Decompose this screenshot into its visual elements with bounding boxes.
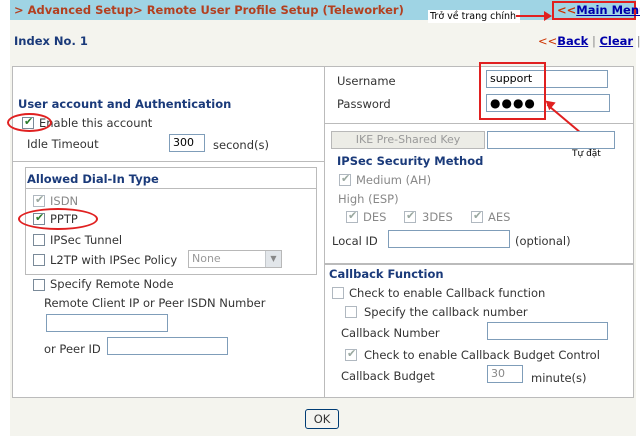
- specify-remote-label: Specify Remote Node: [50, 277, 174, 291]
- medium-ah-checkbox[interactable]: [339, 172, 351, 186]
- credentials-annotation-box: [479, 62, 546, 120]
- dialin-divider: [25, 188, 317, 189]
- local-id-hint: (optional): [515, 234, 571, 248]
- isdn-checkbox[interactable]: [33, 193, 45, 207]
- ipsec-tunnel-checkbox[interactable]: [33, 234, 45, 246]
- password-label: Password: [337, 97, 391, 111]
- idle-timeout-unit: second(s): [213, 138, 269, 152]
- des-label: DES: [363, 210, 387, 224]
- callback-budget-enable-label: Check to enable Callback Budget Control: [364, 348, 600, 362]
- right-divider: [325, 123, 634, 124]
- ipsec-tunnel-label: IPSec Tunnel: [50, 233, 123, 247]
- pptp-annotation: [18, 208, 98, 230]
- 3des-checkbox[interactable]: [404, 209, 416, 223]
- callback-number-input[interactable]: [487, 322, 608, 340]
- remote-client-label: Remote Client IP or Peer ISDN Number: [44, 296, 266, 310]
- isdn-label: ISDN: [50, 194, 79, 208]
- page-title: > Advanced Setup> Remote User Profile Se…: [14, 3, 404, 17]
- left-divider: [12, 161, 325, 162]
- callback-number-label: Callback Number: [341, 326, 440, 340]
- callback-specify-checkbox[interactable]: [345, 306, 357, 318]
- ok-button[interactable]: OK: [305, 409, 339, 429]
- main-menu-label[interactable]: Main Menu: [576, 3, 640, 17]
- back-link[interactable]: Back: [557, 34, 588, 48]
- remote-client-input[interactable]: [46, 314, 168, 332]
- main-menu-prefix: <<: [557, 3, 577, 17]
- ipsec-section-title: IPSec Security Method: [337, 154, 484, 168]
- 3des-label: 3DES: [422, 210, 453, 224]
- l2tp-policy-value: None: [192, 252, 221, 265]
- ike-preshared-key-button[interactable]: IKE Pre-Shared Key: [331, 131, 485, 149]
- local-id-label: Local ID: [332, 234, 378, 248]
- clear-link[interactable]: Clear: [599, 34, 633, 48]
- callback-budget-unit: minute(s): [531, 371, 587, 385]
- chevron-down-icon: ▼: [265, 251, 281, 267]
- account-section-title: User account and Authentication: [18, 97, 232, 111]
- aes-checkbox[interactable]: [471, 209, 483, 223]
- index-number: Index No. 1: [14, 34, 88, 48]
- callback-enable-checkbox[interactable]: [332, 287, 344, 299]
- annotation-arrow-head: [544, 11, 552, 21]
- l2tp-checkbox[interactable]: [33, 254, 45, 266]
- username-label: Username: [337, 74, 396, 88]
- callback-section-title: Callback Function: [329, 267, 444, 281]
- callback-specify-label: Specify the callback number: [364, 305, 528, 319]
- link-separator: |: [591, 34, 596, 48]
- callback-budget-checkbox[interactable]: [345, 347, 357, 361]
- medium-ah-label: Medium (AH): [356, 173, 432, 187]
- top-links: <<Back | Clear |: [538, 34, 640, 48]
- main-menu-link[interactable]: <<Main Menu: [557, 3, 640, 17]
- idle-timeout-label: Idle Timeout: [27, 137, 99, 151]
- high-esp-label: High (ESP): [338, 192, 399, 206]
- enable-account-label: Enable this account: [39, 116, 153, 130]
- callback-enable-label: Check to enable Callback function: [349, 286, 546, 300]
- annotation-arrow-line: [516, 15, 546, 17]
- dialin-section-title: Allowed Dial-In Type: [27, 172, 159, 186]
- back-prefix: <<: [538, 34, 558, 48]
- callback-budget-input[interactable]: 30: [487, 365, 523, 383]
- aes-label: AES: [488, 210, 511, 224]
- local-id-input[interactable]: [388, 230, 510, 248]
- des-checkbox[interactable]: [346, 209, 358, 223]
- peer-id-input[interactable]: [107, 337, 228, 355]
- enable-account-annotation: [7, 113, 52, 132]
- l2tp-label: L2TP with IPSec Policy: [50, 253, 178, 267]
- specify-remote-checkbox[interactable]: [33, 279, 45, 291]
- main-menu-note: Trở về trang chính: [428, 10, 520, 23]
- peer-id-label: or Peer ID: [44, 342, 101, 356]
- callback-budget-label: Callback Budget: [341, 369, 435, 383]
- credentials-note: Tự đặt: [572, 149, 601, 159]
- ike-preshared-key-input[interactable]: [487, 131, 615, 149]
- l2tp-policy-select[interactable]: None ▼: [188, 250, 282, 268]
- idle-timeout-input[interactable]: 300: [169, 134, 205, 152]
